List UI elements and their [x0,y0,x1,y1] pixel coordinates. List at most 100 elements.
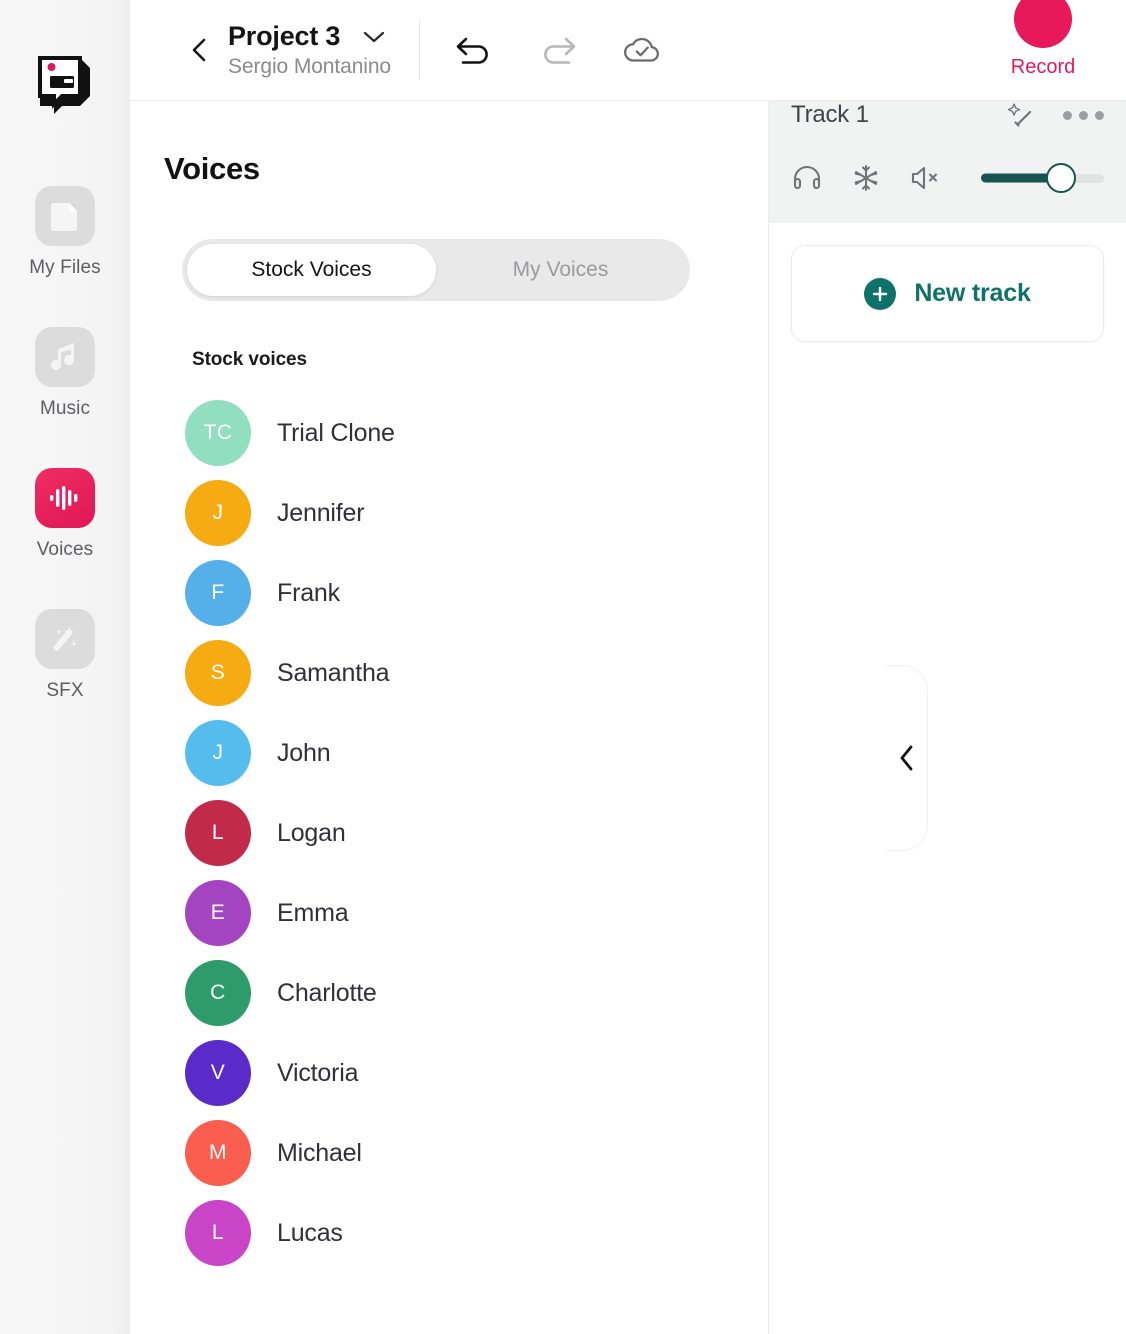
collapse-panel-button[interactable] [886,665,928,851]
left-sidebar: My Files Music Voices SFX [0,0,130,1334]
project-owner: Sergio Montanino [228,55,392,78]
waveform-icon [50,486,78,510]
record-button[interactable]: Record [960,0,1126,101]
voice-list-item[interactable]: L Logan [130,793,768,873]
track-controls [791,161,1104,195]
avatar: L [185,800,251,866]
voice-name: Lucas [277,1218,343,1247]
back-button[interactable] [186,36,214,64]
headphones-icon [793,165,821,190]
sidebar-item-voices[interactable]: Voices [10,468,120,561]
freeze-track-button[interactable] [851,161,881,195]
new-track-label: New track [914,279,1031,307]
voice-name: Samantha [277,658,390,687]
avatar: C [185,960,251,1026]
voice-list-item[interactable]: J Jennifer [130,473,768,553]
voice-list-item[interactable]: E Emma [130,873,768,953]
plus-circle-icon [864,277,897,310]
magic-wand-icon [53,627,77,651]
voice-name: Jennifer [277,498,365,527]
headphones-solo-button[interactable] [791,161,823,195]
sfx-icon-tile [35,609,95,669]
snowflake-icon [854,165,878,191]
avatar: TC [185,400,251,466]
sidebar-item-music[interactable]: Music [10,327,120,420]
new-track-button[interactable]: New track [791,245,1104,342]
undo-button[interactable] [454,30,494,70]
history-tools [454,30,662,70]
track-name: Track 1 [791,101,869,128]
voice-list-item[interactable]: J John [130,713,768,793]
redo-arrow-icon [544,37,576,64]
voices-panel-body: Voices Stock Voices My Voices Stock voic… [130,101,768,1273]
voice-name: Michael [277,1138,362,1167]
top-toolbar: Project 3 Sergio Montanino Record [130,0,1126,101]
stock-voices-heading: Stock voices [192,349,307,370]
voice-name: Charlotte [277,978,377,1007]
record-label: Record [1010,56,1076,78]
dot [1095,110,1104,120]
track-more-button[interactable] [1063,110,1104,120]
sidebar-item-my-files[interactable]: My Files [10,186,120,279]
voices-tab-switcher: Stock Voices My Voices [182,239,690,301]
avatar: S [185,640,251,706]
tab-my-voices[interactable]: My Voices [436,244,685,296]
voice-list-item[interactable]: V Victoria [130,1033,768,1113]
sidebar-item-label: My Files [29,257,101,278]
speech-bubble-logo-icon [38,56,90,114]
plus-icon [873,286,888,301]
track-actions [1007,100,1104,130]
cloud-check-icon [624,37,659,62]
voice-list-item[interactable]: TC Trial Clone [130,393,768,473]
avatar: L [185,1200,251,1266]
voice-name: Trial Clone [277,418,395,447]
sidebar-item-label: Voices [36,539,94,560]
track-volume-slider[interactable] [981,161,1104,195]
avatar: M [185,1120,251,1186]
avatar: E [185,880,251,946]
track-enhance-button[interactable] [1007,100,1037,130]
chevron-left-icon [900,745,912,771]
sidebar-item-label: SFX [46,680,84,701]
record-indicator [1014,0,1072,48]
page-title: Voices [164,151,260,186]
music-note-icon [51,343,74,370]
voice-list-item[interactable]: M Michael [130,1113,768,1193]
project-title: Project 3 [228,21,341,51]
dot [1079,110,1088,120]
speaker-muted-icon [911,166,937,190]
app-logo[interactable] [34,52,96,114]
mute-track-button[interactable] [909,161,941,195]
voice-list: TC Trial Clone J Jennifer F Frank S Samantha J Jo… [130,393,768,1273]
voice-list-item[interactable]: C Charlotte [130,953,768,1033]
chevron-down-icon [364,31,385,42]
voice-name: Victoria [277,1058,359,1087]
avatar: V [185,1040,251,1106]
save-status-button[interactable] [622,30,662,70]
sidebar-item-label: Music [39,398,91,419]
magic-wand-icon [1007,103,1032,127]
sidebar-item-sfx[interactable]: SFX [10,609,120,702]
voice-list-item[interactable]: S Samantha [130,633,768,713]
music-icon-tile [35,327,95,387]
redo-button[interactable] [538,30,578,70]
project-dropdown-button[interactable] [362,30,386,44]
avatar: F [185,560,251,626]
dot [1063,110,1072,120]
voices-panel: Project 3 Sergio Montanino Record Voices… [130,0,1126,1334]
voices-icon-tile [35,468,95,528]
voice-list-item[interactable]: L Lucas [130,1193,768,1273]
slider-thumb[interactable] [1045,163,1076,193]
voice-name: Frank [277,578,340,607]
voice-list-item[interactable]: F Frank [130,553,768,633]
file-icon [51,203,77,231]
track-list-area: New track [769,223,1126,1334]
avatar: J [185,720,251,786]
toolbar-divider [419,21,421,79]
sidebar-nav: My Files Music Voices SFX [10,186,120,702]
tab-stock-voices[interactable]: Stock Voices [187,244,436,296]
voice-name: Logan [277,818,346,847]
voice-name: John [277,738,331,767]
chevron-left-icon [192,38,206,62]
file-icon-tile [35,186,95,246]
